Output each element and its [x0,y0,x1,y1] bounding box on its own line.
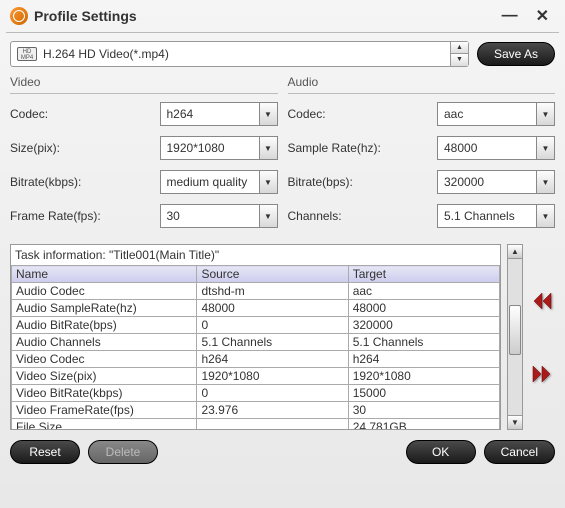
task-info-box: Task information: "Title001(Main Title)"… [10,244,501,430]
cell-target: 1920*1080 [348,368,499,385]
cell-name: Video FrameRate(fps) [12,402,197,419]
video-size-label: Size(pix): [10,141,154,155]
chevron-down-icon[interactable]: ▼ [536,137,554,159]
task-table: Name Source Target Audio Codecdtshd-maac… [11,265,500,430]
minimize-button[interactable]: — [496,7,524,25]
cell-target: 320000 [348,317,499,334]
audio-codec-label: Codec: [288,107,432,121]
cell-name: Audio BitRate(bps) [12,317,197,334]
video-bitrate-label: Bitrate(kbps): [10,175,154,189]
titlebar: Profile Settings — ✕ [0,0,565,32]
audio-codec-combo[interactable]: aac ▼ [437,102,555,126]
table-row[interactable]: File Size 24.781GB [12,419,500,431]
ok-button[interactable]: OK [406,440,476,464]
video-codec-label: Codec: [10,107,154,121]
cell-name: Video Codec [12,351,197,368]
cell-source: h264 [197,351,348,368]
audio-channels-combo[interactable]: 5.1 Channels ▼ [437,204,555,228]
audio-group-label: Audio [288,75,556,93]
chevron-down-icon[interactable]: ▼ [536,171,554,193]
table-row[interactable]: Video Codech264h264 [12,351,500,368]
cell-name: Audio SampleRate(hz) [12,300,197,317]
cell-target: 5.1 Channels [348,334,499,351]
close-button[interactable]: ✕ [530,6,555,26]
audio-bitrate-label: Bitrate(bps): [288,175,432,189]
video-codec-combo[interactable]: h264 ▼ [160,102,278,126]
audio-channels-label: Channels: [288,209,432,223]
col-name[interactable]: Name [12,266,197,283]
reset-button[interactable]: Reset [10,440,80,464]
cell-name: Video BitRate(kbps) [12,385,197,402]
app-icon [10,7,28,25]
window-title: Profile Settings [34,8,490,24]
cell-source: 23.976 [197,402,348,419]
table-row[interactable]: Audio BitRate(bps)0320000 [12,317,500,334]
table-row[interactable]: Audio Channels5.1 Channels5.1 Channels [12,334,500,351]
scroll-down-icon[interactable]: ▼ [508,415,522,429]
table-row[interactable]: Audio Codecdtshd-maac [12,283,500,300]
col-target[interactable]: Target [348,266,499,283]
cell-target: h264 [348,351,499,368]
cell-target: aac [348,283,499,300]
cell-source: 0 [197,317,348,334]
video-size-combo[interactable]: 1920*1080 ▼ [160,136,278,160]
cell-source: dtshd-m [197,283,348,300]
table-row[interactable]: Audio SampleRate(hz)4800048000 [12,300,500,317]
spinner-up-icon[interactable]: ▲ [451,42,468,54]
video-group-label: Video [10,75,278,93]
chevron-down-icon[interactable]: ▼ [259,137,277,159]
chevron-down-icon[interactable]: ▼ [536,103,554,125]
audio-group: Audio Codec: aac ▼ Sample Rate(hz): 4800… [288,75,556,238]
col-source[interactable]: Source [197,266,348,283]
cell-source: 48000 [197,300,348,317]
profile-select[interactable]: HDMP4 H.264 HD Video(*.mp4) ▲ ▼ [10,41,469,67]
scroll-up-icon[interactable]: ▲ [508,245,522,259]
spinner-down-icon[interactable]: ▼ [451,54,468,66]
cell-target: 24.781GB [348,419,499,431]
next-arrow-icon[interactable] [531,364,553,384]
cell-target: 48000 [348,300,499,317]
profile-spinner[interactable]: ▲ ▼ [450,42,468,66]
chevron-down-icon[interactable]: ▼ [259,171,277,193]
cell-target: 15000 [348,385,499,402]
chevron-down-icon[interactable]: ▼ [536,205,554,227]
table-row[interactable]: Video FrameRate(fps)23.97630 [12,402,500,419]
scroll-thumb[interactable] [509,305,521,355]
delete-button[interactable]: Delete [88,440,158,464]
cell-name: Video Size(pix) [12,368,197,385]
audio-samplerate-label: Sample Rate(hz): [288,141,432,155]
cell-source: 1920*1080 [197,368,348,385]
task-caption: Task information: "Title001(Main Title)" [11,245,500,265]
profile-name: H.264 HD Video(*.mp4) [43,47,444,61]
cell-name: File Size [12,419,197,431]
video-framerate-combo[interactable]: 30 ▼ [160,204,278,228]
audio-samplerate-combo[interactable]: 48000 ▼ [437,136,555,160]
cell-source [197,419,348,431]
cell-name: Audio Codec [12,283,197,300]
hd-mp4-icon: HDMP4 [17,47,37,61]
cell-source: 0 [197,385,348,402]
video-framerate-label: Frame Rate(fps): [10,209,154,223]
video-group: Video Codec: h264 ▼ Size(pix): 1920*1080… [10,75,278,238]
audio-bitrate-combo[interactable]: 320000 ▼ [437,170,555,194]
cell-name: Audio Channels [12,334,197,351]
chevron-down-icon[interactable]: ▼ [259,205,277,227]
save-as-button[interactable]: Save As [477,42,555,66]
cell-source: 5.1 Channels [197,334,348,351]
cancel-button[interactable]: Cancel [484,440,555,464]
table-row[interactable]: Video BitRate(kbps)015000 [12,385,500,402]
cell-target: 30 [348,402,499,419]
table-row[interactable]: Video Size(pix)1920*10801920*1080 [12,368,500,385]
vertical-scrollbar[interactable]: ▲ ▼ [507,244,523,430]
prev-arrow-icon[interactable] [531,291,553,311]
video-bitrate-combo[interactable]: medium quality ▼ [160,170,278,194]
chevron-down-icon[interactable]: ▼ [259,103,277,125]
